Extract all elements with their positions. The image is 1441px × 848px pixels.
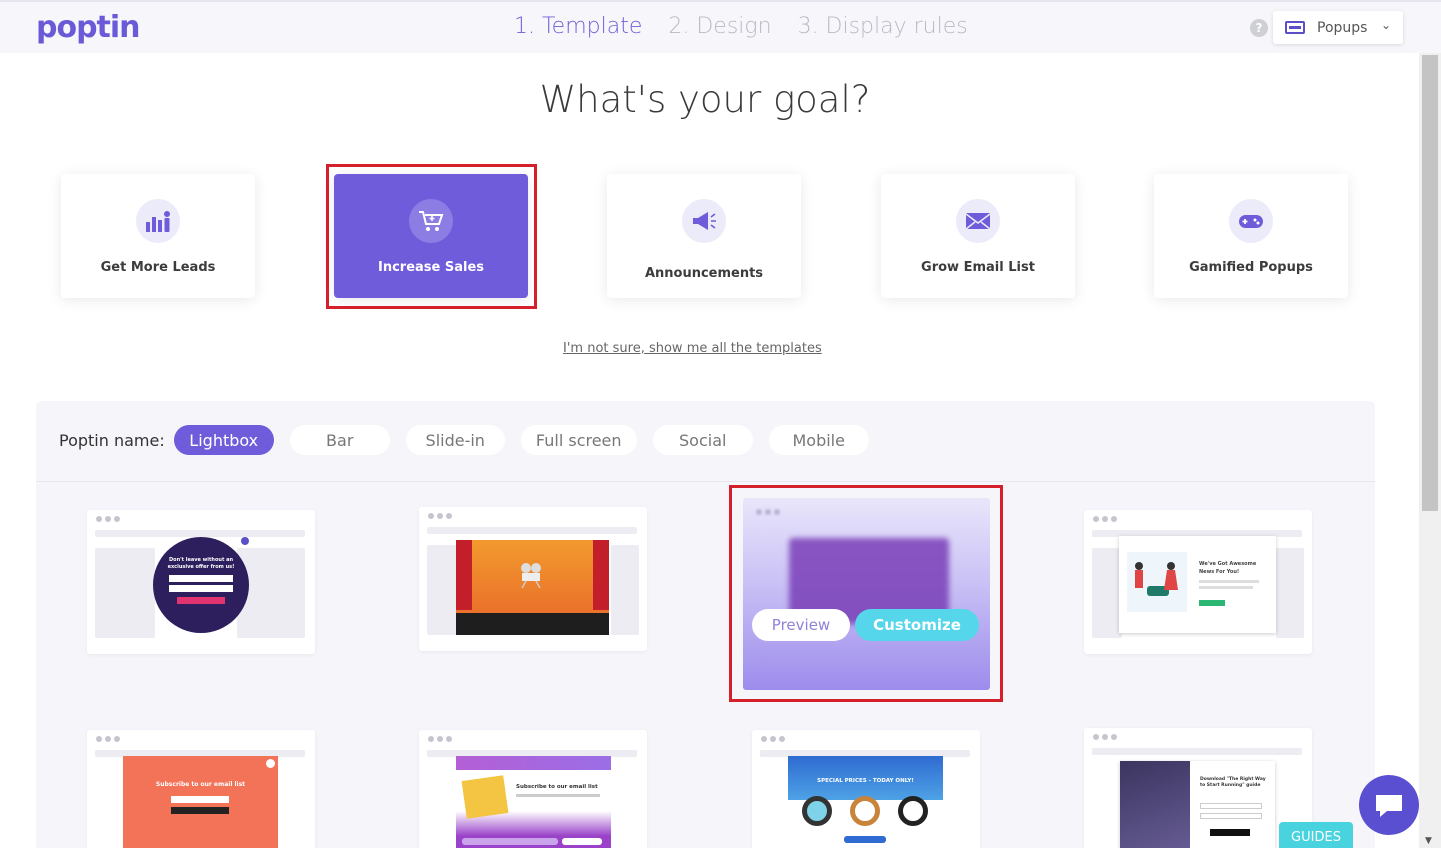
template-card-hovered[interactable]: Preview Customize <box>743 498 990 690</box>
browser-dots-icon <box>1093 734 1117 740</box>
guides-tab[interactable]: GUIDES <box>1279 822 1353 848</box>
template-card[interactable]: SPECIAL PRICES - TODAY ONLY! <box>752 730 980 848</box>
filter-chip-lightbox[interactable]: Lightbox <box>173 425 274 455</box>
popup-preview <box>456 540 609 635</box>
template-card[interactable]: Don't leave without an exclusive offer f… <box>87 510 315 654</box>
filter-chip-bar[interactable]: Bar <box>289 425 390 455</box>
filter-label: Poptin name: <box>59 430 165 450</box>
template-headline: Subscribe to our email list <box>516 784 598 790</box>
template-card[interactable]: Download "The Right Way to Start Running… <box>1084 728 1312 848</box>
browser-dots-icon <box>428 736 452 742</box>
chat-icon <box>1376 795 1402 817</box>
help-icon[interactable]: ? <box>1250 19 1268 37</box>
poptin-type-filter: Poptin name: Lightbox Bar Slide-in Full … <box>59 425 885 455</box>
selection-highlight <box>326 164 537 309</box>
watch-icon <box>850 796 880 826</box>
megaphone-icon <box>682 199 726 243</box>
filter-chip-full-screen[interactable]: Full screen <box>520 425 637 455</box>
scroll-down-arrow-icon[interactable]: ▼ <box>1425 836 1432 846</box>
browser-dots-icon <box>1093 516 1117 522</box>
watch-icon <box>898 796 928 826</box>
goal-card-gamified-popups[interactable]: Gamified Popups <box>1154 174 1348 298</box>
step-design[interactable]: 2. Design <box>668 14 771 39</box>
page-scrollbar[interactable]: ▼ <box>1419 53 1441 848</box>
goal-card-announcements[interactable]: Announcements <box>607 174 801 298</box>
close-icon <box>266 759 275 768</box>
projector-icon <box>518 562 546 589</box>
filter-chip-social[interactable]: Social <box>652 425 753 455</box>
watch-icon <box>802 796 832 826</box>
goal-card-get-more-leads[interactable]: Get More Leads <box>61 174 255 298</box>
filter-chip-slide-in[interactable]: Slide-in <box>405 425 505 455</box>
goal-card-grow-email-list[interactable]: Grow Email List <box>881 174 1075 298</box>
poptin-logo[interactable]: poptin <box>36 10 141 45</box>
browser-dots-icon <box>96 516 120 522</box>
template-card[interactable]: Subscribe to our email list <box>419 730 647 848</box>
popup-preview: Download "The Right Way to Start Running… <box>1120 761 1275 848</box>
template-headline: Don't leave without an <box>168 557 234 563</box>
template-headline: SPECIAL PRICES - TODAY ONLY! <box>817 778 914 784</box>
envelope-illustration <box>461 775 509 819</box>
browser-dots-icon <box>761 736 785 742</box>
template-headline: to Start Running" guide <box>1200 783 1261 788</box>
panel-divider <box>36 481 1375 482</box>
preview-button[interactable]: Preview <box>752 609 850 641</box>
popup-preview: Subscribe to our email list <box>123 756 278 848</box>
browser-dots-icon <box>96 736 120 742</box>
popup-preview: Don't leave without an exclusive offer f… <box>153 537 249 633</box>
poptin-type-select[interactable]: Popups ⌄ <box>1273 11 1403 44</box>
close-icon <box>241 537 249 545</box>
step-display-rules[interactable]: 3. Display rules <box>798 14 968 39</box>
type-select-value: Popups <box>1317 19 1368 36</box>
gamepad-icon <box>1229 199 1273 243</box>
chevron-down-icon: ⌄ <box>1380 18 1391 32</box>
template-headline: exclusive offer from us! <box>167 564 235 570</box>
goal-label: Announcements <box>644 266 764 281</box>
template-headline: Subscribe to our email list <box>155 781 246 788</box>
template-headline: We've Got Awesome <box>1199 561 1257 567</box>
template-card[interactable] <box>419 507 647 651</box>
goal-label: Gamified Popups <box>1189 260 1313 275</box>
chat-button[interactable] <box>1359 775 1419 835</box>
template-card[interactable]: Subscribe to our email list <box>87 730 315 848</box>
page-title: What's your goal? <box>539 78 871 121</box>
browser-dots-icon <box>428 513 452 519</box>
show-all-templates-link[interactable]: I'm not sure, show me all the templates <box>563 341 822 356</box>
template-headline: News For You! <box>1199 569 1240 575</box>
wizard-steps: 1. Template 2. Design 3. Display rules <box>514 14 968 39</box>
illustration-image <box>1127 552 1187 612</box>
goal-label: Get More Leads <box>100 260 216 275</box>
customize-button[interactable]: Customize <box>855 609 979 641</box>
popup-preview: We've Got Awesome News For You! <box>1119 536 1276 633</box>
step-template[interactable]: 1. Template <box>514 14 642 39</box>
popup-preview: SPECIAL PRICES - TODAY ONLY! <box>788 756 943 848</box>
envelope-icon <box>956 199 1000 243</box>
goal-label: Grow Email List <box>921 260 1035 275</box>
popup-preview: Subscribe to our email list <box>456 756 611 848</box>
runner-photo <box>1120 761 1190 848</box>
scrollbar-thumb[interactable] <box>1422 55 1438 511</box>
chart-user-icon <box>136 199 180 243</box>
top-bar: poptin 1. Template 2. Design 3. Display … <box>0 0 1441 53</box>
template-card[interactable]: We've Got Awesome News For You! <box>1084 510 1312 654</box>
popup-window-icon <box>1285 21 1305 34</box>
filter-chip-mobile[interactable]: Mobile <box>768 425 869 455</box>
